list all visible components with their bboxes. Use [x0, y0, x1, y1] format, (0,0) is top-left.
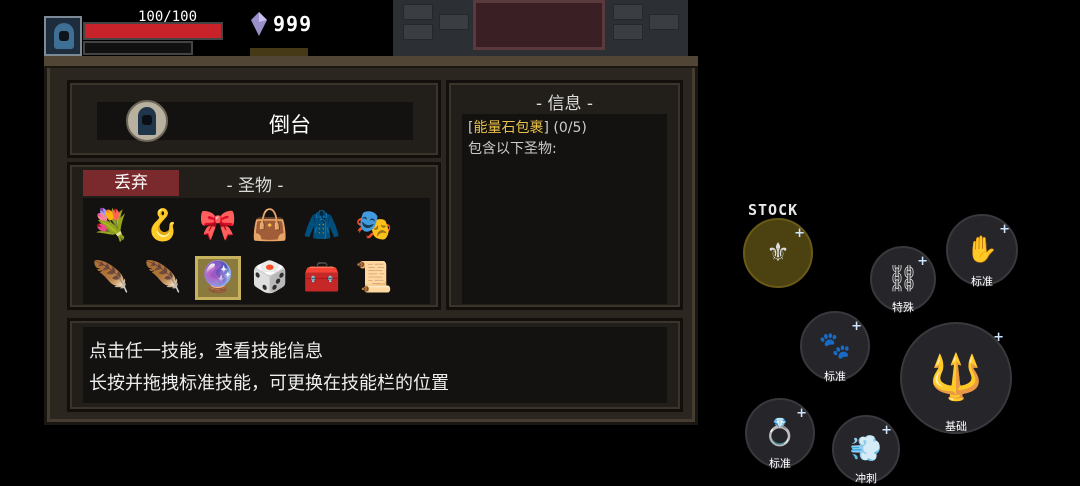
gem-icon [251, 12, 267, 36]
plus-icon: + [794, 226, 805, 241]
golden-claw-icon: ⚜ [766, 238, 790, 268]
discard-button[interactable]: 丢弃 [83, 170, 179, 196]
relic-box: 丢弃 - 圣物 - 💐 🪝 🎀 👜 🧥 🎭 🪶 🪶 🔮 🎲 🧰 📜 [67, 162, 441, 310]
hooded-rogue-icon [126, 100, 168, 142]
ring-dash-icon: 💨 [849, 434, 883, 464]
skill-label: 冲刺 [855, 472, 877, 485]
silver-mask-icon[interactable]: 🎭 [351, 204, 397, 248]
skill-special-button[interactable]: ⛓ + 特殊 [870, 246, 936, 314]
purple-claw-icon: 🐾 [818, 331, 852, 361]
info-description: 包含以下圣物: [468, 141, 557, 157]
wizard-bouquet-icon[interactable]: 💐 [88, 204, 134, 248]
grey-feather-icon[interactable]: 🪶 [88, 256, 134, 300]
golden-scroll-icon[interactable]: 📜 [351, 256, 397, 300]
chain-ring-icon: ⛓ [886, 264, 920, 294]
tip-line-1: 点击任一技能，查看技能信息 [89, 341, 323, 362]
gold-rings-icon: 💍 [763, 418, 797, 448]
stock-label: STOCK [748, 201, 799, 219]
bone-bow-icon[interactable]: 🎀 [195, 204, 241, 248]
skill-stock-button[interactable]: ⚜ + [743, 218, 813, 288]
plus-icon: + [881, 423, 892, 438]
door [473, 0, 605, 50]
skill-label: 标准 [971, 275, 993, 288]
skill-standard-1-button[interactable]: ✋ + 标准 [946, 214, 1018, 288]
info-box: - 信息 - [能量石包裹] (0/5) 包含以下圣物: [446, 80, 683, 310]
info-item-line: [能量石包裹] (0/5) [468, 120, 587, 136]
coin-icon [250, 48, 308, 56]
plus-icon: + [993, 330, 1004, 345]
tip-line-2: 长按并拖拽标准技能，可更换在技能栏的位置 [89, 373, 449, 394]
energy-gem-bundle-icon[interactable]: 🔮 [195, 256, 241, 300]
tip-box: 点击任一技能，查看技能信息 长按并拖拽标准技能，可更换在技能栏的位置 [67, 318, 683, 412]
skill-basic-button[interactable]: 🔱 + 基础 [900, 322, 1012, 434]
skill-label: 标准 [824, 370, 846, 383]
skill-dash-button[interactable]: 💨 + 冲刺 [832, 415, 900, 485]
background-room [393, 0, 688, 58]
purple-staff-icon: 🔱 [928, 352, 984, 403]
skill-label: 标准 [769, 457, 791, 470]
blue-feather-icon[interactable]: 🪶 [140, 256, 186, 300]
wooden-hand-icon: ✋ [965, 235, 999, 265]
skill-label: 基础 [945, 420, 967, 433]
shield-bar [83, 41, 193, 55]
skill-label: 特殊 [892, 301, 914, 314]
skill-standard-3-button[interactable]: 💍 + 标准 [745, 398, 815, 470]
panel-top-frame [44, 56, 698, 68]
character-name-box: 倒台 [67, 80, 441, 158]
relic-grid: 💐 🪝 🎀 👜 🧥 🎭 🪶 🪶 🔮 🎲 🧰 📜 [83, 198, 430, 304]
info-item-name: 能量石包裹 [473, 120, 544, 136]
info-title: - 信息 - [535, 94, 594, 114]
plus-icon: + [851, 319, 862, 334]
hp-bar [83, 22, 223, 40]
plus-icon: + [917, 254, 928, 269]
gem-count: 999 [273, 12, 313, 36]
relic-title: - 圣物 - [226, 176, 284, 196]
plus-icon: + [796, 406, 807, 421]
bag-icon[interactable]: 👜 [247, 204, 293, 248]
info-item-count: (0/5) [553, 120, 587, 136]
skill-standard-2-button[interactable]: 🐾 + 标准 [800, 311, 870, 383]
character-name: 倒台 [269, 113, 311, 137]
blue-cloak-icon[interactable]: 🧥 [299, 204, 345, 248]
player-avatar[interactable] [44, 16, 82, 56]
plus-icon: + [999, 222, 1010, 237]
treasure-chest-icon[interactable]: 🧰 [299, 256, 345, 300]
cane-bomb-icon[interactable]: 🪝 [140, 204, 186, 248]
dice-card-icon[interactable]: 🎲 [247, 256, 293, 300]
